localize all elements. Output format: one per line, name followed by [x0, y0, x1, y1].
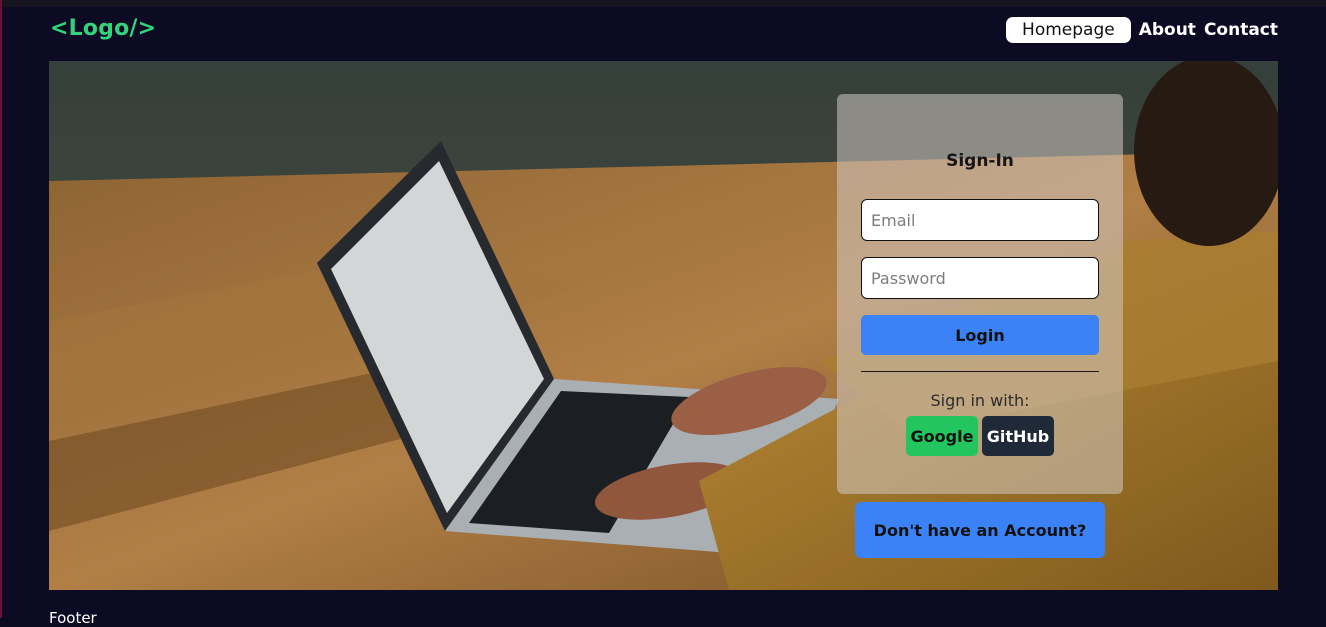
nav-about[interactable]: About	[1139, 18, 1196, 42]
signin-title: Sign-In	[946, 151, 1014, 171]
github-signin-button[interactable]: GitHub	[982, 416, 1054, 456]
nav-contact[interactable]: Contact	[1204, 18, 1278, 42]
password-field[interactable]	[861, 257, 1099, 299]
footer: Footer	[49, 609, 97, 627]
left-edge	[0, 0, 2, 618]
email-field[interactable]	[861, 199, 1099, 241]
logo[interactable]: <Logo/>	[50, 16, 156, 41]
nav-homepage[interactable]: Homepage	[1006, 17, 1131, 43]
hero-section: Sign-In Login Sign in with: Google GitHu…	[49, 61, 1278, 590]
divider	[861, 371, 1099, 372]
top-strip	[0, 0, 1326, 7]
main-nav: Homepage About Contact	[1006, 17, 1278, 43]
sign-in-with-label: Sign in with:	[930, 391, 1030, 410]
google-signin-button[interactable]: Google	[906, 416, 978, 456]
create-account-button[interactable]: Don't have an Account?	[855, 502, 1105, 558]
signin-card: Sign-In Login Sign in with: Google GitHu…	[837, 94, 1123, 494]
login-button[interactable]: Login	[861, 315, 1099, 355]
